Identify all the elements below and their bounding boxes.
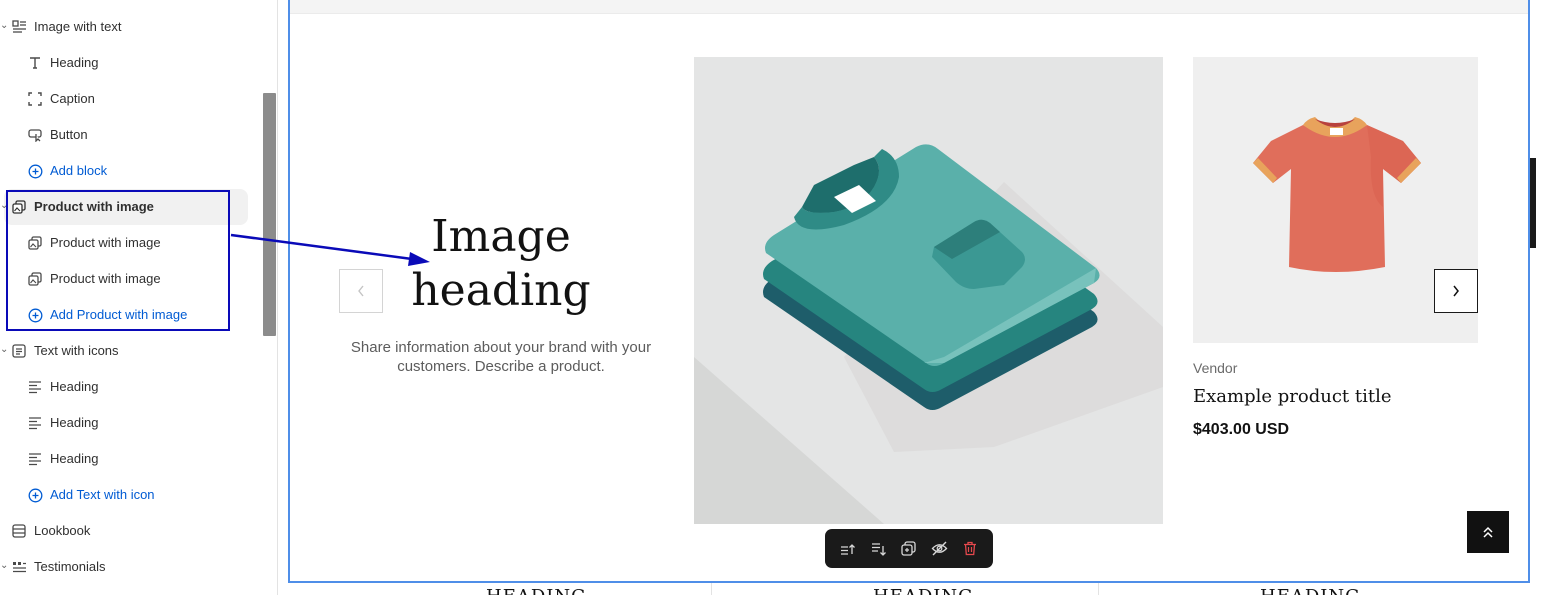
bottom-heading: HEADING	[486, 586, 587, 595]
text-icons-icon	[11, 343, 27, 359]
image-heading: Image heading	[411, 211, 591, 316]
plus-circle-icon	[27, 487, 43, 503]
bottom-heading: HEADING	[1260, 586, 1361, 595]
sidebar-item-label: Heading	[50, 451, 99, 466]
sidebar-item-label: Text with icons	[34, 343, 119, 358]
sidebar-item-label: Button	[50, 127, 88, 142]
chevron-down-icon[interactable]: ⌄	[0, 560, 10, 571]
preview-canvas: Image heading Share information about yo…	[278, 0, 1547, 595]
annotation-highlight-box	[6, 190, 230, 331]
sidebar-item-label: Testimonials	[34, 559, 106, 574]
sidebar-item-label: Add Text with icon	[50, 487, 155, 502]
slider-prev-button[interactable]	[339, 269, 383, 313]
chevron-down-icon[interactable]: ⌄	[0, 344, 10, 355]
sidebar-item-label: Heading	[50, 55, 99, 70]
product-main-image[interactable]	[694, 57, 1163, 524]
image-description: Share information about your brand with …	[350, 339, 652, 375]
preview-scroll-indicator	[1530, 158, 1536, 248]
sidebar-item-label: Caption	[50, 91, 95, 106]
add-text-with-icon-button[interactable]: Add Text with icon	[0, 477, 262, 513]
delete-icon[interactable]	[959, 538, 981, 560]
slider-next-button[interactable]	[1434, 269, 1478, 313]
sidebar-item-caption[interactable]: Caption	[0, 81, 262, 117]
sidebar-item-label: Heading	[50, 379, 99, 394]
sidebar-item-label: Image with text	[34, 19, 122, 34]
hide-icon[interactable]	[928, 538, 950, 560]
sidebar-item-lookbook[interactable]: Lookbook	[0, 513, 262, 549]
product-title-link[interactable]: Example product title	[1193, 386, 1392, 407]
text-heading-icon	[27, 55, 43, 71]
bottom-heading: HEADING	[873, 586, 974, 595]
move-down-icon[interactable]	[868, 538, 890, 560]
double-chevron-up-icon	[1483, 526, 1493, 538]
align-left-icon	[27, 415, 43, 431]
sidebar-item-label: Add block	[50, 163, 108, 178]
sidebar-item-heading[interactable]: Heading	[0, 45, 262, 81]
chevron-left-icon	[358, 285, 364, 297]
move-up-icon[interactable]	[837, 538, 859, 560]
sidebar-item-heading-c[interactable]: Heading	[0, 441, 262, 477]
sidebar-item-label: Heading	[50, 415, 99, 430]
sidebar-item-image-with-text[interactable]: ⌄ Image with text	[0, 9, 262, 45]
button-icon	[27, 127, 43, 143]
sidebar-item-label: Lookbook	[34, 523, 91, 538]
duplicate-icon[interactable]	[898, 538, 920, 560]
lookbook-icon	[11, 523, 27, 539]
sidebar-item-text-with-icons[interactable]: ⌄ Text with icons	[0, 333, 262, 369]
plus-circle-icon	[27, 163, 43, 179]
add-block-button[interactable]: Add block	[0, 153, 262, 189]
product-price: $403.00 USD	[1193, 421, 1290, 438]
sidebar-item-button[interactable]: Button	[0, 117, 262, 153]
column-divider	[711, 583, 712, 595]
testimonials-icon	[11, 559, 27, 575]
caption-icon	[27, 91, 43, 107]
align-left-icon	[27, 451, 43, 467]
sidebar-item-heading-b[interactable]: Heading	[0, 405, 262, 441]
align-left-icon	[27, 379, 43, 395]
sidebar-scrollbar[interactable]	[263, 93, 276, 336]
product-vendor: Vendor	[1193, 360, 1238, 376]
scroll-to-top-button[interactable]	[1467, 511, 1509, 553]
next-section-preview: HEADING HEADING HEADING	[288, 583, 1528, 595]
column-divider	[1098, 583, 1099, 595]
image-text-icon	[11, 19, 27, 35]
block-toolbar	[825, 529, 993, 568]
chevron-right-icon	[1453, 285, 1459, 297]
sidebar-item-heading-a[interactable]: Heading	[0, 369, 262, 405]
sidebar-item-testimonials[interactable]: ⌄ Testimonials	[0, 549, 262, 585]
chevron-down-icon[interactable]: ⌄	[0, 20, 10, 31]
